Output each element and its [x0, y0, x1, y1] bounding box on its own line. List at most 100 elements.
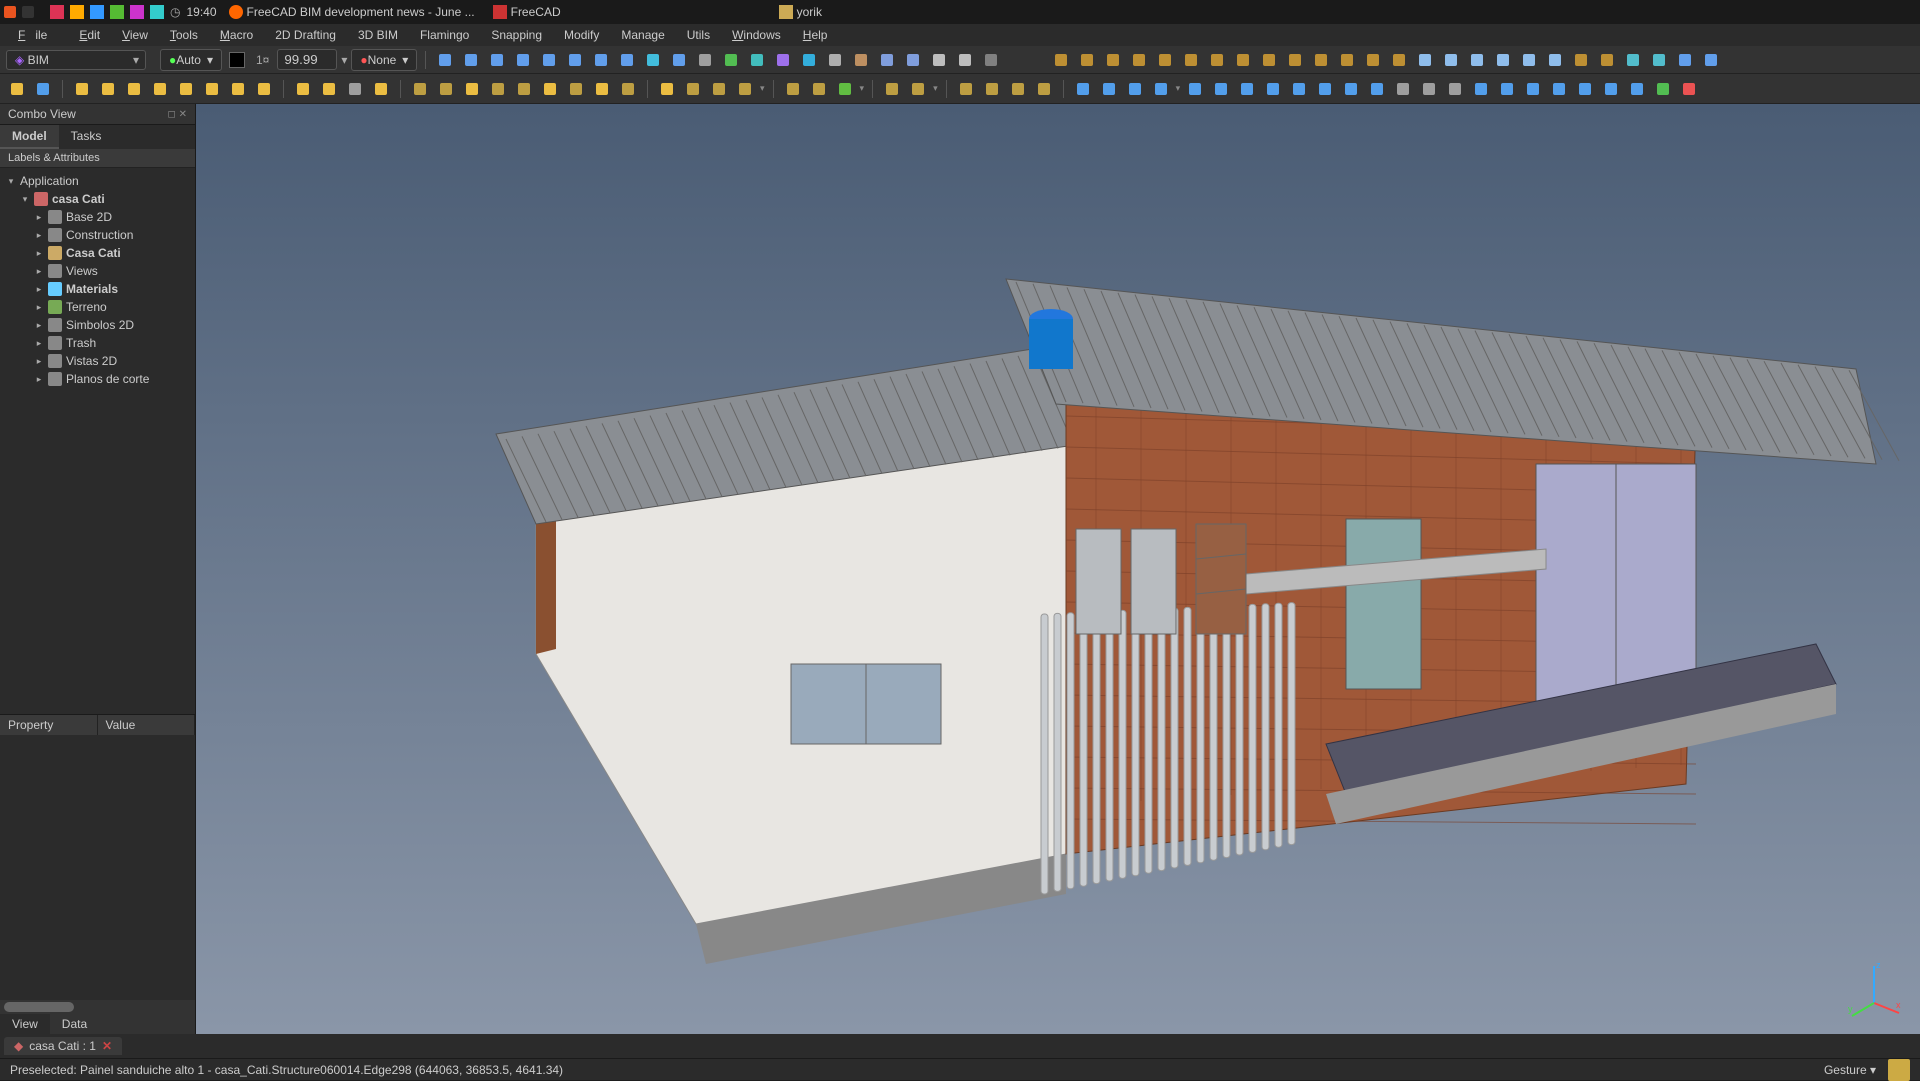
snap-ortho-icon[interactable]	[1310, 49, 1332, 71]
rotate-icon[interactable]	[1098, 78, 1120, 100]
leader-icon[interactable]	[370, 78, 392, 100]
circle-icon[interactable]	[123, 78, 145, 100]
del-icon[interactable]	[1392, 78, 1414, 100]
menu-utils[interactable]: Utils	[677, 26, 720, 44]
panel-icon[interactable]	[513, 78, 535, 100]
prop-tab-view[interactable]: View	[0, 1014, 50, 1034]
sphere-icon[interactable]	[734, 78, 756, 100]
none-button[interactable]: ● None▾	[351, 49, 417, 71]
guide2-icon[interactable]	[1440, 49, 1462, 71]
dim-icon[interactable]	[344, 78, 366, 100]
cube-gold-icon[interactable]	[409, 78, 431, 100]
guide1-icon[interactable]	[1414, 49, 1436, 71]
grid3-icon[interactable]	[1288, 78, 1310, 100]
beam-icon[interactable]	[461, 78, 483, 100]
tree-item-trash[interactable]: ▸Trash	[0, 334, 195, 352]
arc-icon[interactable]	[149, 78, 171, 100]
snap-end-icon[interactable]	[1050, 49, 1072, 71]
menu-view[interactable]: View	[112, 26, 158, 44]
text-a-icon[interactable]	[292, 78, 314, 100]
wall-icon[interactable]	[435, 78, 457, 100]
circ-icon[interactable]	[668, 49, 690, 71]
workplane-icon[interactable]	[486, 49, 508, 71]
undo-icon[interactable]	[1124, 78, 1146, 100]
ellipse-icon[interactable]	[175, 78, 197, 100]
polygon-icon[interactable]	[201, 78, 223, 100]
clip2-icon[interactable]	[1700, 49, 1722, 71]
box2-icon[interactable]	[981, 78, 1003, 100]
measure-icon[interactable]	[1600, 78, 1622, 100]
copy-icon[interactable]	[1236, 78, 1258, 100]
tree-item-vistas-2d[interactable]: ▸Vistas 2D	[0, 352, 195, 370]
menu-snapping[interactable]: Snapping	[481, 26, 552, 44]
menu-macro[interactable]: Macro	[210, 26, 263, 44]
stairs-icon[interactable]	[591, 78, 613, 100]
scale-icon[interactable]	[1366, 78, 1388, 100]
window-icon[interactable]	[565, 78, 587, 100]
file-alt-icon[interactable]	[928, 49, 950, 71]
box1-icon[interactable]	[955, 78, 977, 100]
color-fill-icon[interactable]	[798, 49, 820, 71]
cube-view-icon[interactable]	[512, 49, 534, 71]
menu-flamingo[interactable]: Flamingo	[410, 26, 479, 44]
axis-icon[interactable]	[460, 49, 482, 71]
ruler2-icon[interactable]	[1596, 49, 1618, 71]
3d-viewport[interactable]: z x y	[196, 104, 1920, 1034]
array-icon[interactable]	[1210, 78, 1232, 100]
wire-icon[interactable]	[97, 78, 119, 100]
menu-2d-drafting[interactable]: 2D Drafting	[265, 26, 346, 44]
status-icon[interactable]	[1888, 1059, 1910, 1081]
offset-icon[interactable]	[1314, 78, 1336, 100]
point-icon[interactable]	[253, 78, 275, 100]
menu-manage[interactable]: Manage	[611, 26, 674, 44]
grid2-icon[interactable]	[902, 49, 924, 71]
snap-near-icon[interactable]	[1284, 49, 1306, 71]
save-alt-icon[interactable]	[954, 49, 976, 71]
prop-tab-data[interactable]: Data	[50, 1014, 99, 1034]
column-icon[interactable]	[617, 78, 639, 100]
tree-item-planos-de-corte[interactable]: ▸Planos de corte	[0, 370, 195, 388]
taskbar-tab-0[interactable]: FreeCAD BIM development news - June ...	[223, 3, 481, 21]
workbench-selector[interactable]: ◈ BIM	[6, 50, 146, 70]
panel-controls[interactable]: ◻ ✕	[168, 109, 187, 120]
rebar2-icon[interactable]	[834, 78, 856, 100]
tree-item-construction[interactable]: ▸Construction	[0, 226, 195, 244]
tree-item-terreno[interactable]: ▸Terreno	[0, 298, 195, 316]
open-file-icon[interactable]	[32, 78, 54, 100]
snap-mid-icon[interactable]	[1076, 49, 1098, 71]
menu-file[interactable]: File	[8, 26, 67, 44]
trim-icon[interactable]	[1340, 78, 1362, 100]
guide6-icon[interactable]	[1544, 49, 1566, 71]
tab-tasks[interactable]: Tasks	[59, 125, 114, 149]
ungroup-icon[interactable]	[1496, 78, 1518, 100]
circle2-icon[interactable]	[656, 78, 678, 100]
fit-all-icon[interactable]	[720, 49, 742, 71]
dup-icon[interactable]	[1418, 78, 1440, 100]
grid-toggle-icon[interactable]	[1648, 49, 1670, 71]
menu-edit[interactable]: Edit	[69, 26, 110, 44]
taskbar-tab-1[interactable]: FreeCAD	[487, 3, 567, 21]
plus-icon[interactable]	[1652, 78, 1674, 100]
guide5-icon[interactable]	[1518, 49, 1540, 71]
snap-dim-icon[interactable]	[1388, 49, 1410, 71]
close-window-icon[interactable]	[4, 6, 16, 18]
tree-item-materials[interactable]: ▸Materials	[0, 280, 195, 298]
rect-icon[interactable]	[227, 78, 249, 100]
menu-tools[interactable]: Tools	[160, 26, 208, 44]
mirror-icon[interactable]	[1184, 78, 1206, 100]
tree-item-views[interactable]: ▸Views	[0, 262, 195, 280]
link-icon[interactable]	[1262, 78, 1284, 100]
angle-snap-icon[interactable]	[1622, 49, 1644, 71]
hide-icon[interactable]	[1522, 78, 1544, 100]
guide4-icon[interactable]	[1492, 49, 1514, 71]
new-file-icon[interactable]	[6, 78, 28, 100]
precision-input[interactable]	[277, 49, 337, 70]
box3-icon[interactable]	[1007, 78, 1029, 100]
snap-grid-icon[interactable]	[1336, 49, 1358, 71]
snap-perp-icon[interactable]	[1180, 49, 1202, 71]
snap-int-icon[interactable]	[1154, 49, 1176, 71]
tree-root[interactable]: ▾ Application	[0, 172, 195, 190]
slab-icon[interactable]	[487, 78, 509, 100]
tab-model[interactable]: Model	[0, 125, 59, 149]
layer-icon[interactable]	[772, 49, 794, 71]
